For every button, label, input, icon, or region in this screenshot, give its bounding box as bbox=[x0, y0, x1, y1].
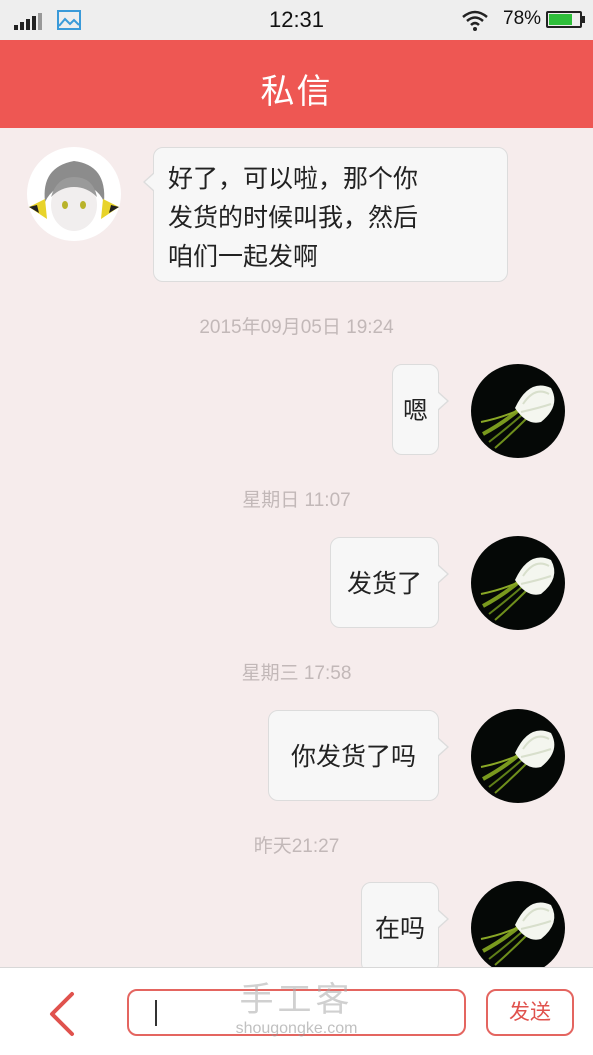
text-caret bbox=[155, 1000, 157, 1026]
user-avatar[interactable] bbox=[471, 709, 565, 803]
wifi-icon bbox=[462, 10, 488, 31]
message-timestamp: 星期日 11:07 bbox=[242, 490, 351, 511]
message-timestamp: 昨天21:27 bbox=[253, 836, 340, 857]
user-avatar[interactable] bbox=[471, 881, 565, 975]
message-text: 在吗 bbox=[374, 914, 425, 943]
chevron-left-icon[interactable] bbox=[40, 990, 84, 1038]
message-text: 嗯 bbox=[402, 396, 428, 425]
page-title: 私信 bbox=[260, 72, 333, 112]
message-input[interactable] bbox=[127, 989, 466, 1036]
contact-avatar[interactable] bbox=[27, 147, 121, 241]
message-bubble[interactable]: 你发货了吗 bbox=[268, 710, 449, 801]
user-avatar[interactable] bbox=[471, 536, 565, 630]
battery-icon bbox=[546, 11, 585, 28]
send-button[interactable]: 发送 bbox=[486, 989, 574, 1036]
message-bubble[interactable]: 好了，可以啦，那个你 发货的时候叫我，然后 咱们一起发啊 bbox=[143, 147, 508, 282]
message-bubble[interactable]: 发货了 bbox=[330, 537, 449, 628]
message-text: 发货了 bbox=[346, 569, 422, 598]
header-bar: 私信 bbox=[0, 40, 593, 128]
message-timestamp: 星期三 17:58 bbox=[241, 663, 352, 684]
status-bar: 12:31 78% bbox=[0, 0, 593, 40]
message-bubble[interactable]: 在吗 bbox=[361, 882, 449, 973]
battery-fill bbox=[549, 14, 573, 25]
message-timestamp: 2015年09月05日 19:24 bbox=[199, 317, 394, 338]
message-text: 你发货了吗 bbox=[290, 742, 416, 771]
user-avatar[interactable] bbox=[471, 364, 565, 458]
battery-percent: 78% bbox=[503, 8, 542, 29]
message-text: 好了，可以啦，那个你 发货的时候叫我，然后 咱们一起发啊 bbox=[168, 164, 419, 271]
compose-bar: 发送 bbox=[0, 967, 593, 1055]
message-bubble[interactable]: 嗯 bbox=[392, 364, 449, 455]
